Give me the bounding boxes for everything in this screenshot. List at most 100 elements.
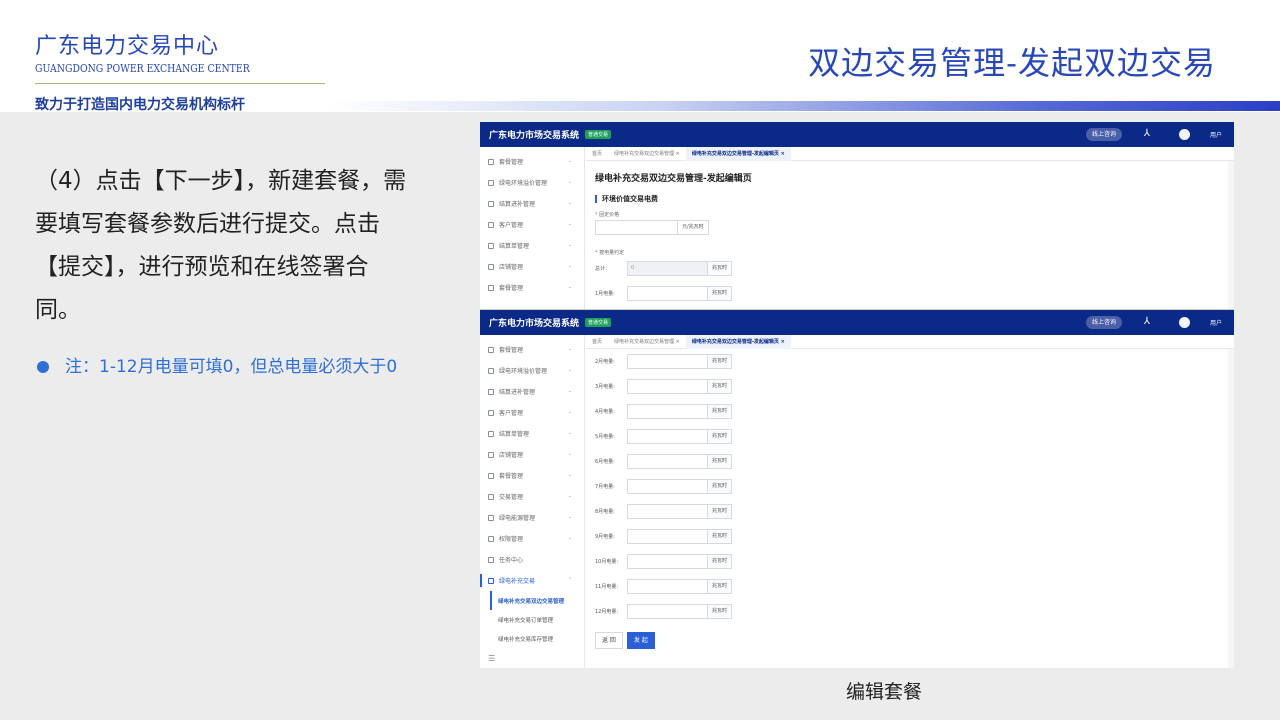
sidebar-item[interactable]: 交易管理 ⌄: [480, 486, 584, 507]
month-input[interactable]: [627, 604, 707, 619]
menu-icon: [488, 493, 494, 500]
unit-label: 兆瓦时: [707, 529, 733, 544]
avatar[interactable]: [1179, 129, 1190, 140]
menu-icon: [488, 346, 494, 353]
month-label: 10月电量:: [595, 559, 619, 565]
sidebar-item[interactable]: 套餐管理 ⌄: [480, 465, 584, 486]
sidebar-item[interactable]: 套餐管理 ⌄: [480, 339, 584, 360]
chevron-down-icon: ⌄: [567, 535, 572, 541]
chevron-down-icon: ⌄: [567, 367, 572, 373]
user-menu[interactable]: 用户: [1210, 130, 1222, 139]
sidebar-item[interactable]: 结算进补管理 ⌄: [480, 193, 584, 214]
unit-label: 兆瓦时: [707, 479, 733, 494]
month-input[interactable]: [627, 529, 707, 544]
unit-label: 兆瓦时: [707, 604, 733, 619]
sidebar-item[interactable]: 任务中心: [480, 549, 584, 570]
chevron-down-icon: ⌄: [567, 409, 572, 415]
sidebar-item[interactable]: 结算单管理 ⌄: [480, 235, 584, 256]
system-name: 广东电力市场交易系统: [489, 319, 580, 329]
month-input[interactable]: [627, 554, 707, 569]
network-icon[interactable]: ⅄: [1144, 128, 1150, 140]
month-input[interactable]: [627, 286, 707, 301]
sidebar-item[interactable]: 套餐管理 ⌄: [480, 277, 584, 298]
sidebar-subitem[interactable]: 绿电补充交易双边交易管理: [490, 591, 584, 610]
sidebar-item[interactable]: 店铺管理 ⌄: [480, 256, 584, 277]
month-input[interactable]: [627, 454, 707, 469]
month-label: 5月电量:: [595, 434, 615, 440]
chevron-down-icon: ⌄: [567, 451, 572, 457]
chevron-down-icon: ⌄: [567, 179, 572, 185]
screenshot-top: 广东电力市场交易系统 普通交易 线上咨询 ⅄ 用户 套餐管理 ⌄ 绿电环境溢价管理…: [480, 122, 1234, 312]
sidebar-subitem[interactable]: 绿电补充交易订单管理: [480, 610, 584, 629]
avatar[interactable]: [1179, 317, 1190, 328]
price-field: 元/兆瓦时: [595, 220, 1219, 235]
sidebar-item[interactable]: 权限管理 ⌄: [480, 528, 584, 549]
tab-home[interactable]: 首页: [586, 147, 608, 161]
month-input[interactable]: [627, 404, 707, 419]
month-input[interactable]: [627, 479, 707, 494]
header-gradient-band: [330, 101, 1280, 111]
section-heading: 环境价值交易电费: [595, 195, 1219, 203]
total-input: 0: [627, 261, 707, 276]
tab-home[interactable]: 首页: [586, 335, 608, 349]
month-input[interactable]: [627, 379, 707, 394]
total-label: 总计：: [595, 266, 611, 272]
sidebar-item[interactable]: 结算进补管理 ⌄: [480, 381, 584, 402]
main-area: 首页 绿电补充交易双边交易管理 × 绿电补充交易双边交易管理-发起编辑页 × 2…: [586, 334, 1234, 668]
collapse-menu-icon[interactable]: ☰: [480, 648, 584, 668]
month-label: 3月电量:: [595, 384, 615, 390]
figure-caption: 编辑套餐: [846, 681, 923, 703]
month-input[interactable]: [627, 429, 707, 444]
back-button[interactable]: 返 回: [595, 632, 623, 649]
month-row: 9月电量: 兆瓦时: [595, 524, 1219, 549]
sidebar-item[interactable]: 绿电能源管理 ⌄: [480, 507, 584, 528]
submit-button[interactable]: 发 起: [626, 632, 655, 649]
unit-label: 兆瓦时: [707, 286, 733, 301]
month-row: 5月电量: 兆瓦时: [595, 424, 1219, 449]
user-menu[interactable]: 用户: [1210, 318, 1222, 327]
network-icon[interactable]: ⅄: [1144, 316, 1150, 328]
month-input[interactable]: [627, 579, 707, 594]
consult-button[interactable]: 线上咨询: [1085, 128, 1122, 141]
month-label: 1月电量:: [595, 291, 615, 297]
tab-edit[interactable]: 绿电补充交易双边交易管理-发起编辑页 ×: [685, 146, 791, 161]
sidebar-item[interactable]: 绿电环境溢价管理 ⌄: [480, 172, 584, 193]
env-tag: 普通交易: [585, 130, 612, 139]
sidebar-item[interactable]: 店铺管理 ⌄: [480, 444, 584, 465]
sidebar-subitem[interactable]: 绿电补充交易库存管理: [480, 629, 584, 648]
price-input[interactable]: [595, 220, 677, 235]
tab-edit[interactable]: 绿电补充交易双边交易管理-发起编辑页 ×: [685, 334, 791, 349]
sidebar-item-green-power[interactable]: 绿电补充交易 ⌃: [480, 570, 584, 591]
unit-label: 兆瓦时: [707, 454, 733, 469]
month-row: 6月电量: 兆瓦时: [595, 449, 1219, 474]
month-row: 7月电量: 兆瓦时: [595, 474, 1219, 499]
sidebar-item[interactable]: 结算单管理 ⌄: [480, 423, 584, 444]
sidebar-item[interactable]: 客户管理 ⌄: [480, 214, 584, 235]
unit-label: 兆瓦时: [707, 404, 733, 419]
sidebar-item[interactable]: 客户管理 ⌄: [480, 402, 584, 423]
unit-label: 兆瓦时: [707, 554, 733, 569]
month-label: 4月电量:: [595, 409, 615, 415]
unit-label: 兆瓦时: [707, 504, 733, 519]
chevron-down-icon: ⌄: [567, 263, 572, 269]
sidebar: 套餐管理 ⌄ 绿电环境溢价管理 ⌄ 结算进补管理 ⌄ 客户管理 ⌄ 结算单管理 ⌄ 店铺管…: [480, 147, 585, 312]
chevron-down-icon: ⌄: [567, 158, 572, 164]
slogan: 致力于打造国内电力交易机构标杆: [35, 97, 245, 113]
tab-bilateral[interactable]: 绿电补充交易双边交易管理 ×: [608, 335, 686, 349]
step-instructions: （4）点击【下一步】，新建套餐，需要填写套餐参数后进行提交。点击【提交】，进行预…: [35, 168, 407, 323]
app-body: 套餐管理 ⌄ 绿电环境溢价管理 ⌄ 结算进补管理 ⌄ 客户管理 ⌄ 结算单管理 ⌄ 店铺管…: [480, 334, 1234, 668]
month-input[interactable]: [627, 354, 707, 369]
consult-button[interactable]: 线上咨询: [1085, 316, 1122, 329]
menu-icon: [488, 200, 494, 207]
unit-label: 兆瓦时: [707, 429, 733, 444]
tab-bilateral[interactable]: 绿电补充交易双边交易管理 ×: [608, 147, 686, 161]
menu-icon: [488, 430, 494, 437]
month-input[interactable]: [627, 504, 707, 519]
note-text: 注：1-12月电量可填0，但总电量必须大于0: [65, 357, 398, 377]
sidebar-item[interactable]: 绿电环境溢价管理 ⌄: [480, 360, 584, 381]
chevron-down-icon: ⌄: [567, 472, 572, 478]
chevron-down-icon: ⌄: [567, 284, 572, 290]
sidebar-item[interactable]: 套餐管理 ⌄: [480, 151, 584, 172]
system-name: 广东电力市场交易系统: [489, 131, 580, 141]
unit-label: 兆瓦时: [707, 579, 733, 594]
